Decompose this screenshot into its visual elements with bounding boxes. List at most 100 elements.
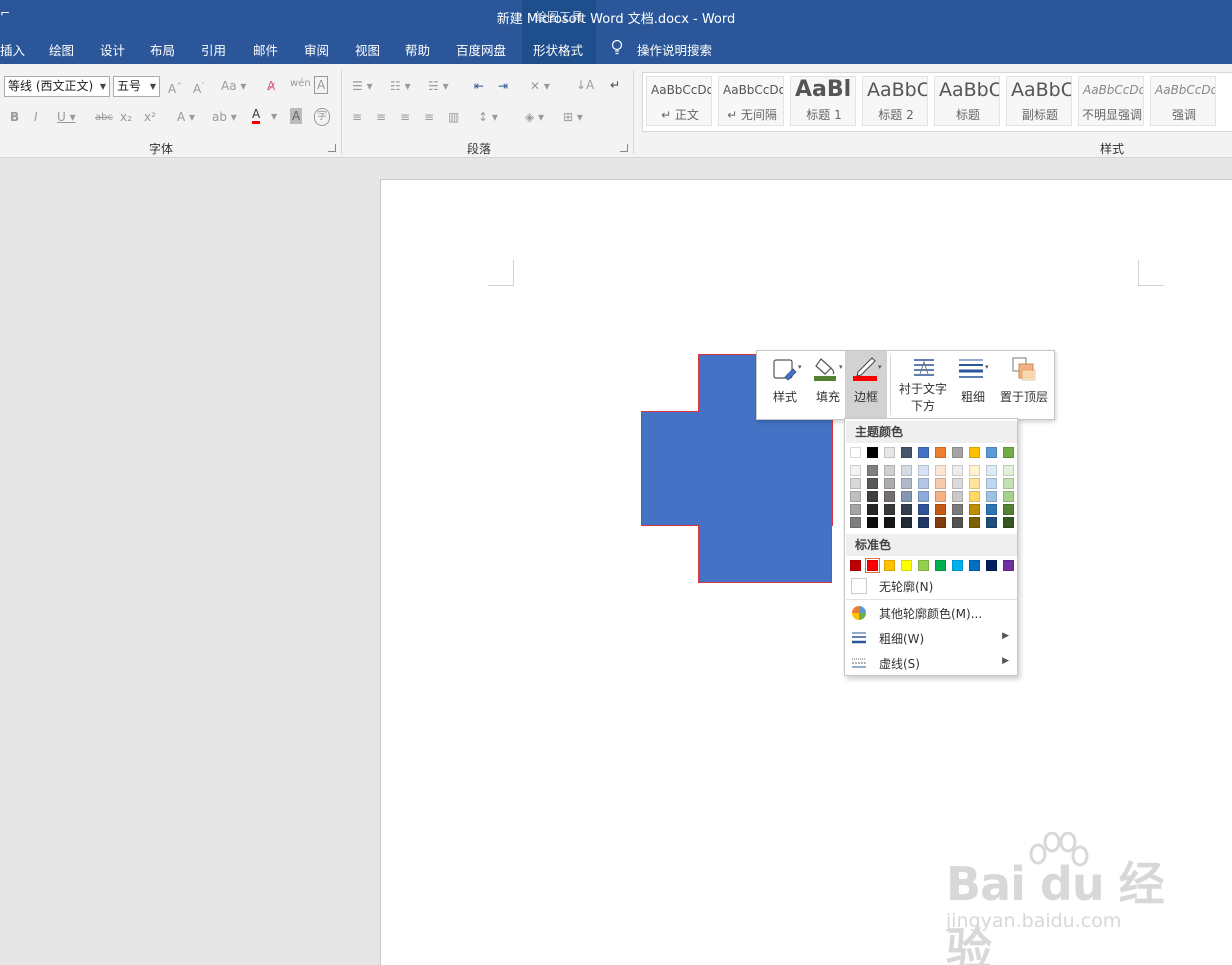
bullets-icon[interactable]: ☰ ▾ (352, 78, 373, 94)
theme-color-swatch[interactable] (918, 447, 929, 458)
theme-shade-swatch[interactable] (850, 478, 861, 489)
text-effects-icon[interactable]: A ▾ (177, 109, 195, 125)
style-no-spacing[interactable]: AaBbCcDd ↵ 无间隔 (718, 76, 784, 126)
tab-insert[interactable]: 插入 (0, 40, 25, 59)
theme-color-swatch[interactable] (884, 447, 895, 458)
theme-color-swatch[interactable] (867, 447, 878, 458)
theme-shade-swatch[interactable] (867, 504, 878, 515)
theme-shade-swatch[interactable] (884, 465, 895, 476)
theme-shade-swatch[interactable] (952, 465, 963, 476)
theme-shade-swatch[interactable] (935, 465, 946, 476)
tab-layout[interactable]: 布局 (150, 40, 175, 59)
highlight-icon[interactable]: ab ▾ (212, 109, 237, 125)
more-outline-colors-item[interactable]: 其他轮廓颜色(M)... (846, 601, 1017, 625)
tab-review[interactable]: 审阅 (304, 40, 329, 59)
theme-shade-swatch[interactable] (884, 517, 895, 528)
theme-shade-swatch[interactable] (850, 517, 861, 528)
italic-icon[interactable]: I (34, 109, 38, 125)
grow-font-icon[interactable]: A^ (168, 78, 182, 97)
theme-shade-swatch[interactable] (884, 504, 895, 515)
tab-view[interactable]: 视图 (355, 40, 380, 59)
standard-color-swatch[interactable] (969, 560, 980, 571)
theme-color-swatch[interactable] (901, 447, 912, 458)
no-outline-item[interactable]: 无轮廓(N) (846, 574, 1017, 598)
theme-shade-swatch[interactable] (986, 478, 997, 489)
style-subtle-emphasis[interactable]: AaBbCcDd 不明显强调 (1078, 76, 1144, 126)
theme-shade-swatch[interactable] (935, 491, 946, 502)
char-shading-icon[interactable]: A (290, 108, 303, 124)
standard-color-swatch[interactable] (952, 560, 963, 571)
tab-references[interactable]: 引用 (201, 40, 226, 59)
theme-shade-swatch[interactable] (952, 504, 963, 515)
theme-shade-swatch[interactable] (1003, 504, 1014, 515)
weight-button[interactable]: ▾ 粗细 (953, 351, 993, 419)
lightbulb-icon[interactable] (610, 39, 624, 57)
theme-shade-swatch[interactable] (969, 504, 980, 515)
theme-color-swatch[interactable] (935, 447, 946, 458)
sort-icon[interactable]: ↓A (576, 77, 594, 93)
theme-color-swatch[interactable] (1003, 447, 1014, 458)
standard-color-swatch[interactable] (901, 560, 912, 571)
char-border-icon[interactable]: A (314, 76, 329, 94)
tab-mailings[interactable]: 邮件 (253, 40, 278, 59)
tab-design[interactable]: 设计 (100, 40, 125, 59)
style-heading-1[interactable]: AaBl 标题 1 (790, 76, 856, 126)
theme-shade-swatch[interactable] (867, 478, 878, 489)
theme-color-swatch[interactable] (850, 447, 861, 458)
standard-color-swatch[interactable] (1003, 560, 1014, 571)
theme-shade-swatch[interactable] (969, 517, 980, 528)
paragraph-shading-icon[interactable]: ◈ ▾ (525, 109, 544, 125)
theme-shade-swatch[interactable] (901, 465, 912, 476)
style-heading-2[interactable]: AaBbC 标题 2 (862, 76, 928, 126)
font-launcher-icon[interactable] (328, 144, 336, 152)
theme-shade-swatch[interactable] (918, 517, 929, 528)
strikethrough-icon[interactable]: abc (95, 110, 113, 126)
tab-shape-format[interactable]: 形状格式 (533, 40, 583, 59)
theme-shade-swatch[interactable] (918, 504, 929, 515)
tab-help[interactable]: 帮助 (405, 40, 430, 59)
tell-me-search[interactable]: 操作说明搜索 (637, 40, 712, 59)
increase-indent-icon[interactable]: ⇥ (498, 78, 508, 94)
dashes-item[interactable]: 虚线(S) ▶ (846, 651, 1017, 675)
theme-shade-swatch[interactable] (1003, 491, 1014, 502)
standard-color-swatch[interactable] (850, 560, 861, 571)
theme-shade-swatch[interactable] (918, 478, 929, 489)
theme-shade-swatch[interactable] (867, 491, 878, 502)
align-center-icon[interactable]: ≡ (376, 109, 386, 125)
theme-shade-swatch[interactable] (952, 491, 963, 502)
underline-icon[interactable]: U ▾ (57, 109, 76, 125)
chinese-layout-icon[interactable]: ✕ ▾ (530, 78, 550, 94)
theme-shade-swatch[interactable] (986, 491, 997, 502)
theme-shade-swatch[interactable] (850, 504, 861, 515)
superscript-icon[interactable]: x² (144, 109, 156, 125)
theme-shade-swatch[interactable] (884, 491, 895, 502)
numbering-icon[interactable]: ☷ ▾ (390, 78, 411, 94)
theme-shade-swatch[interactable] (867, 517, 878, 528)
theme-shade-swatch[interactable] (901, 504, 912, 515)
enclose-char-icon[interactable]: 字 (314, 108, 330, 126)
theme-shade-swatch[interactable] (901, 478, 912, 489)
theme-shade-swatch[interactable] (952, 478, 963, 489)
theme-shade-swatch[interactable] (1003, 517, 1014, 528)
theme-color-swatch[interactable] (969, 447, 980, 458)
theme-shade-swatch[interactable] (850, 465, 861, 476)
style-subtitle[interactable]: AaBbC 副标题 (1006, 76, 1072, 126)
theme-shade-swatch[interactable] (935, 504, 946, 515)
font-color-icon[interactable]: A (252, 108, 261, 124)
theme-color-swatch[interactable] (952, 447, 963, 458)
style-normal[interactable]: AaBbCcDd ↵ 正文 (646, 76, 712, 126)
theme-shade-swatch[interactable] (986, 465, 997, 476)
justify-icon[interactable]: ≡ (424, 109, 434, 125)
decrease-indent-icon[interactable]: ⇤ (474, 78, 484, 94)
theme-shade-swatch[interactable] (884, 478, 895, 489)
shape-style-button[interactable]: ▾ 样式 (763, 351, 807, 419)
phonetic-guide-icon[interactable]: wén (290, 76, 311, 92)
bold-icon[interactable]: B (10, 109, 19, 125)
borders-icon[interactable]: ⊞ ▾ (563, 109, 583, 125)
style-title[interactable]: AaBbC 标题 (934, 76, 1000, 126)
theme-shade-swatch[interactable] (850, 491, 861, 502)
line-spacing-icon[interactable]: ↕ ▾ (478, 109, 498, 125)
theme-shade-swatch[interactable] (969, 465, 980, 476)
font-name-combo[interactable]: 等线 (西文正文) ▼ (4, 76, 110, 97)
change-case-icon[interactable]: Aa ▾ (221, 78, 246, 94)
